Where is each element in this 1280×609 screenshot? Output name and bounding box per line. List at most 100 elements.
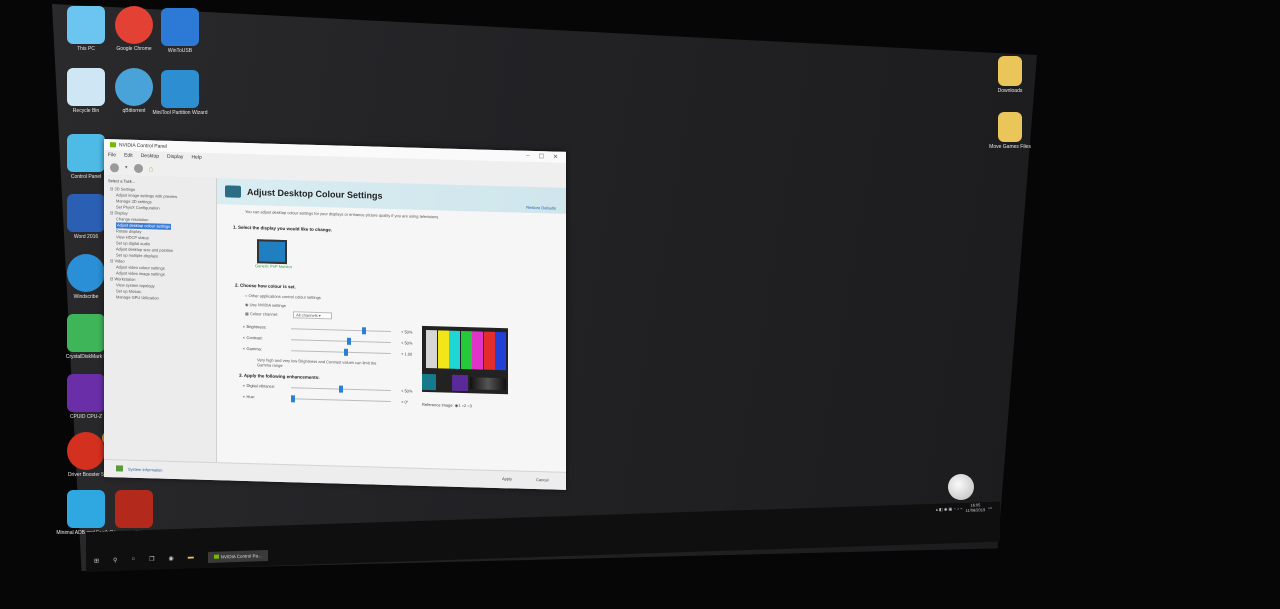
tree-item-label: Change resolution: [116, 216, 149, 223]
tree-item-label: 3D Settings: [114, 186, 136, 192]
slider-track[interactable]: [291, 398, 391, 403]
slider-label: Contrast:: [246, 334, 263, 341]
desktop-icon[interactable]: Downloads: [976, 56, 1044, 94]
slider-thumb[interactable]: [339, 385, 343, 393]
slider-value: + 50%: [401, 388, 413, 394]
task-tree: ⊟ 3D Settings Adjust image settings with …: [104, 186, 216, 303]
clock[interactable]: 16:05 11/06/2019: [965, 502, 985, 512]
reference-image-row: Reference image: ◉1 ○2 ○3: [422, 402, 472, 408]
pattern-color-bar: [495, 331, 506, 371]
slider-track[interactable]: [291, 339, 391, 344]
desktop-icon-label: Downloads: [997, 88, 1023, 94]
desktop-icon-label: Move Games Files: [989, 144, 1031, 150]
reference-test-pattern: [422, 325, 508, 395]
slider-thumb[interactable]: [362, 327, 367, 335]
menu-edit[interactable]: Edit: [124, 152, 133, 158]
system-tray: ▴ ◧ ◉ ▣ ◔ ♪ ⌁ 16:05 11/06/2019 ▭: [936, 502, 992, 514]
restore-defaults-link[interactable]: Restore Defaults: [526, 205, 556, 211]
home-icon[interactable]: ⌂: [149, 164, 154, 173]
step2-heading: 2. Choose how colour is set.: [235, 282, 296, 290]
nvidia-taskbar-icon: [213, 554, 219, 559]
back-dropdown-icon[interactable]: ▾: [125, 165, 128, 171]
start-icon[interactable]: ⊞: [94, 557, 99, 564]
task-view-icon[interactable]: ❐: [149, 555, 154, 562]
menu-help[interactable]: Help: [191, 154, 201, 160]
slider-row: ◐ Digital vibrance: + 50%: [243, 382, 412, 395]
close-button[interactable]: ✕: [553, 154, 558, 161]
control-panel-icon: [67, 134, 105, 172]
monitor-icon[interactable]: [257, 239, 287, 265]
tree-item-label: Video: [114, 258, 125, 264]
pattern-block: [452, 374, 468, 392]
radio-nvidia[interactable]: ◉ Use NVIDIA settings: [245, 302, 286, 308]
display-name[interactable]: Generic PnP Monitor: [255, 263, 292, 269]
taskbar-app-label: NVIDIA Control Pa...: [220, 552, 262, 560]
forward-icon[interactable]: [133, 163, 143, 173]
taskbar-app-nvidia[interactable]: NVIDIA Control Pa...: [207, 549, 268, 563]
ref-radio-1[interactable]: ◉1: [455, 403, 461, 408]
ref-radio-3[interactable]: ○3: [467, 403, 472, 408]
radio-nvidia-label: Use NVIDIA settings: [249, 302, 286, 309]
task-sidebar: Select a Task... ⊟ 3D Settings Adjust ima…: [104, 175, 217, 464]
ref-radio-1-label: 1: [458, 402, 461, 408]
apply-button[interactable]: Apply: [502, 476, 512, 481]
pattern-color-bar: [449, 330, 460, 369]
colour-channel-row: ▦ Colour channel: All channels ▾: [245, 310, 332, 320]
slider-thumb[interactable]: [291, 395, 295, 403]
menu-file[interactable]: File: [108, 152, 116, 158]
slider-thumb[interactable]: [343, 348, 348, 356]
radio-other-apps[interactable]: ○ Other applications control colour sett…: [245, 293, 321, 300]
taskbar-buttons: ⊞ ⚲ ○ ❐ ◉ ▬ NVIDIA Control Pa...: [86, 549, 268, 566]
tree-item-label: View HDCP status: [116, 234, 149, 241]
cancel-button[interactable]: Cancel: [536, 477, 548, 482]
ref-radio-2[interactable]: ○2: [462, 403, 467, 408]
pattern-color-bar: [472, 331, 483, 370]
display-colour-icon: [225, 185, 241, 198]
ref-radio-2-label: 2: [463, 403, 467, 409]
cortana-icon[interactable]: ○: [131, 556, 135, 562]
desktop-icon-label: WinToUSB: [167, 48, 193, 54]
desktop-icon[interactable]: MiniTool Partition Wizard: [146, 70, 214, 116]
pattern-color-bar: [426, 329, 437, 369]
desktop-icon[interactable]: Move Games Files: [976, 112, 1044, 150]
colour-channel-icon: ▦: [245, 310, 249, 317]
slider-track[interactable]: [291, 328, 391, 333]
partition-wizard-icon: [161, 70, 199, 108]
tray-icons[interactable]: ▴ ◧ ◉ ▣ ◔ ♪ ⌁: [936, 505, 963, 511]
slider-row: ◐ Gamma: + 1.00: [243, 345, 412, 358]
menu-desktop[interactable]: Desktop: [141, 153, 159, 160]
slider-track[interactable]: [291, 350, 391, 355]
system-information-link[interactable]: System Information: [128, 467, 162, 473]
search-icon[interactable]: ⚲: [113, 556, 117, 563]
step3-heading: 3. Apply the following enhancements:: [239, 372, 320, 381]
crystaldiskmark-icon: [67, 314, 105, 352]
slider-row: ◐ Brightness: + 50%: [243, 323, 412, 336]
slider-row: ◐ Hue: + 0°: [243, 394, 408, 406]
browser-icon[interactable]: ◉: [168, 555, 173, 562]
slider-label: Gamma:: [246, 345, 262, 352]
minimize-button[interactable]: –: [526, 153, 529, 160]
ref-radio-3-label: 3: [469, 403, 472, 409]
slider-value: + 50%: [401, 340, 413, 346]
slider-label: Brightness:: [246, 323, 267, 330]
slider-label: Digital vibrance:: [246, 382, 276, 389]
notifications-icon[interactable]: ▭: [988, 504, 992, 509]
floating-app-icon[interactable]: [948, 474, 974, 500]
back-icon[interactable]: [110, 162, 119, 172]
reference-label: Reference image:: [422, 401, 454, 408]
desktop-icon[interactable]: WinToUSB: [146, 8, 214, 54]
file-explorer-icon[interactable]: ▬: [188, 554, 194, 560]
colour-channel-select[interactable]: All channels ▾: [293, 311, 332, 320]
tree-item-label: Manage GPU Utilization: [116, 294, 159, 301]
page-title: Adjust Desktop Colour Settings: [247, 186, 383, 201]
colour-channel-label: Colour channel:: [249, 311, 278, 317]
slider-thumb[interactable]: [346, 337, 351, 345]
nvidia-control-panel-window[interactable]: NVIDIA Control Panel – ☐ ✕ File Edit Des…: [104, 139, 566, 490]
colour-channel-value: All channels: [296, 312, 318, 318]
wintousb-icon: [161, 8, 199, 46]
maximize-button[interactable]: ☐: [539, 153, 544, 160]
menu-display[interactable]: Display: [167, 153, 183, 159]
window-title: NVIDIA Control Panel: [119, 141, 168, 150]
contrast-icon: ◐: [243, 334, 246, 340]
windscribe-icon: [67, 254, 105, 292]
